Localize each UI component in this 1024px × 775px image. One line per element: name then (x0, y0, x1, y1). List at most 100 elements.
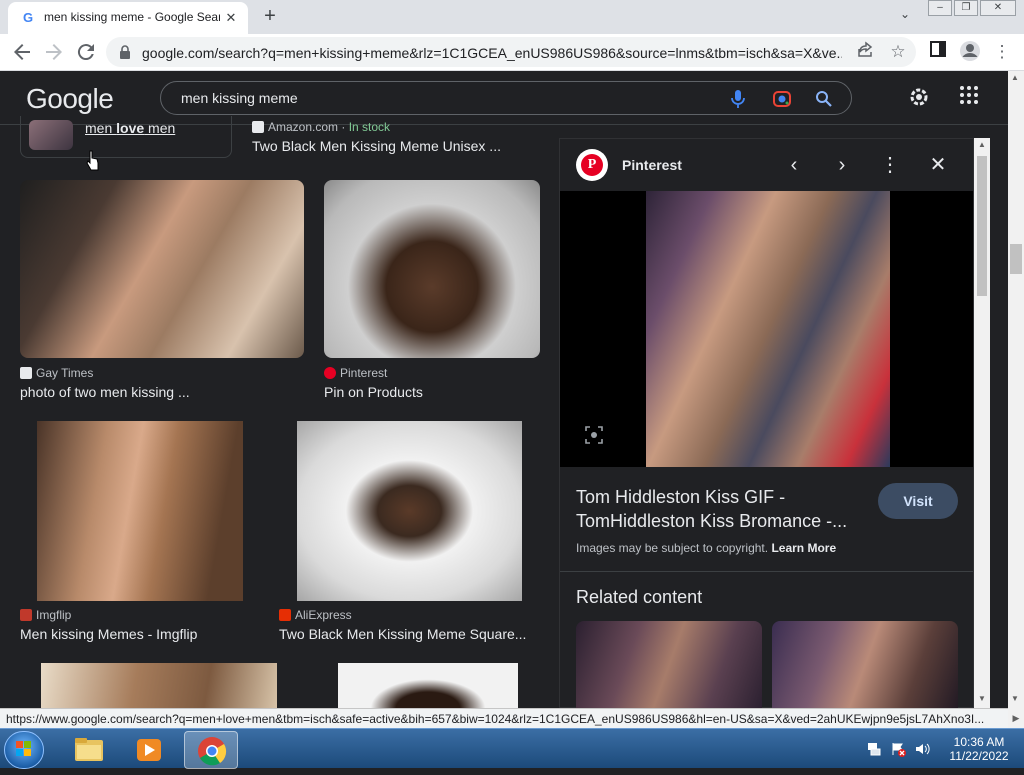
result-thumbnail-partial[interactable] (338, 663, 518, 708)
tab-search-chevron-icon[interactable]: ⌄ (896, 7, 914, 25)
imgflip-favicon-icon (20, 609, 32, 621)
minimize-window-button[interactable]: – (928, 0, 952, 16)
aliexpress-favicon-icon (279, 609, 291, 621)
related-search-chip[interactable]: men love men (20, 116, 232, 158)
google-lens-icon[interactable] (771, 88, 793, 110)
panel-scroll-up-icon[interactable]: ▲ (978, 140, 986, 149)
preview-image-area[interactable] (560, 191, 973, 467)
tab-strip: G men kissing meme - Google Search ✕ + ⌄… (0, 0, 1024, 34)
search-icon[interactable] (813, 88, 835, 110)
result-source: Amazon.com · In stock (252, 120, 390, 134)
status-url-bar: https://www.google.com/search?q=men+love… (0, 708, 1008, 728)
reload-icon[interactable] (74, 40, 98, 64)
volume-icon[interactable] (914, 741, 930, 757)
result-caption[interactable]: photo of two men kissing ... (20, 384, 304, 400)
related-search-link[interactable]: men love men (85, 120, 175, 136)
image-result[interactable]: Imgflip Men kissing Memes - Imgflip (20, 421, 260, 643)
preview-title[interactable]: Tom Hiddleston Kiss GIF - TomHiddleston … (576, 485, 866, 533)
related-thumbnail[interactable] (576, 621, 762, 709)
search-box[interactable]: men kissing meme (160, 81, 852, 115)
result-source: Gay Times (20, 366, 93, 380)
result-title[interactable]: Two Black Men Kissing Meme Unisex ... (252, 138, 501, 154)
apps-grid-icon[interactable] (956, 85, 982, 111)
scroll-up-arrow-icon[interactable]: ▲ (1011, 73, 1019, 82)
pinterest-favicon-icon (324, 367, 336, 379)
panel-close-icon[interactable]: ✕ (926, 153, 950, 177)
top-right-result[interactable]: Amazon.com · In stock Two Black Men Kiss… (252, 118, 542, 158)
scroll-down-arrow-icon[interactable]: ▼ (1011, 694, 1019, 703)
image-result[interactable]: Gay Times photo of two men kissing ... (20, 180, 304, 402)
address-bar[interactable]: google.com/search?q=men+kissing+meme&rlz… (106, 37, 916, 67)
clock-date: 11/22/2022 (949, 749, 1009, 763)
related-content-heading: Related content (576, 587, 703, 607)
result-caption[interactable]: Pin on Products (324, 384, 540, 400)
visit-button[interactable]: Visit (878, 483, 958, 519)
result-caption[interactable]: Two Black Men Kissing Meme Square... (279, 626, 531, 642)
microphone-icon[interactable] (727, 88, 749, 110)
browser-toolbar: google.com/search?q=men+kissing+meme&rlz… (0, 34, 1024, 71)
result-source: Pinterest (324, 366, 387, 380)
panel-header: P Pinterest ‹ › ⋮ ✕ (560, 139, 973, 191)
image-result[interactable]: Pinterest Pin on Products (324, 180, 540, 402)
file-explorer-icon[interactable] (62, 731, 116, 769)
pinterest-logo-icon[interactable]: P (576, 149, 608, 181)
previous-chevron-icon[interactable]: ‹ (782, 153, 806, 177)
amazon-favicon-icon (252, 121, 264, 133)
profile-icon[interactable] (958, 40, 982, 64)
google-logo[interactable]: Google (26, 83, 114, 115)
lock-icon[interactable] (118, 44, 132, 60)
url-text[interactable]: google.com/search?q=men+kissing+meme&rlz… (142, 45, 842, 61)
scrollbar-thumb[interactable] (1010, 244, 1022, 274)
forward-arrow-icon[interactable] (42, 40, 66, 64)
gaytimes-favicon-icon (20, 367, 32, 379)
result-thumbnail[interactable] (20, 180, 304, 358)
system-clock[interactable]: 10:36 AM 11/22/2022 (940, 735, 1018, 763)
media-player-icon[interactable] (122, 731, 176, 769)
panel-scroll-down-icon[interactable]: ▼ (978, 694, 986, 703)
star-icon[interactable]: ☆ (886, 40, 910, 64)
result-caption[interactable]: Men kissing Memes - Imgflip (20, 626, 260, 642)
related-thumbnail[interactable] (772, 621, 958, 709)
result-source: Imgflip (20, 608, 71, 622)
back-arrow-icon[interactable] (10, 40, 34, 64)
lens-search-icon[interactable] (584, 425, 604, 445)
preview-image[interactable] (646, 191, 890, 467)
restore-window-button[interactable]: ❐ (954, 0, 978, 16)
panel-site-name[interactable]: Pinterest (622, 157, 682, 173)
result-thumbnail[interactable] (37, 421, 243, 601)
sidepanel-icon[interactable] (926, 40, 950, 64)
learn-more-link[interactable]: Learn More (771, 541, 836, 555)
image-preview-panel: P Pinterest ‹ › ⋮ ✕ Tom Hiddleston Kiss … (559, 138, 974, 709)
close-tab-icon[interactable]: ✕ (222, 9, 240, 27)
result-thumbnail[interactable] (324, 180, 540, 358)
google-favicon-icon: G (22, 10, 34, 25)
next-chevron-icon[interactable]: › (830, 153, 854, 177)
chip-thumbnail (29, 120, 73, 150)
share-icon[interactable] (854, 40, 878, 64)
page-scrollbar[interactable]: ▲ ▼ (1008, 71, 1024, 708)
mouse-cursor-icon (86, 150, 100, 172)
panel-scrollbar[interactable]: ▲ ▼ (974, 138, 990, 708)
panel-scrollbar-thumb[interactable] (977, 156, 987, 296)
result-source: AliExpress (279, 608, 352, 622)
panel-more-icon[interactable]: ⋮ (878, 153, 902, 177)
panel-divider (560, 571, 973, 572)
hscroll-right-arrow-icon[interactable]: ▶ (1008, 708, 1024, 728)
image-result[interactable]: AliExpress Two Black Men Kissing Meme Sq… (279, 421, 535, 643)
windows-taskbar: 10:36 AM 11/22/2022 (0, 728, 1024, 769)
new-tab-icon[interactable]: + (258, 5, 282, 29)
settings-gear-icon[interactable] (906, 85, 932, 111)
result-thumbnail[interactable] (297, 421, 522, 601)
result-thumbnail-partial[interactable] (41, 663, 277, 708)
clock-time: 10:36 AM (953, 735, 1005, 749)
action-center-flag-icon[interactable] (890, 741, 906, 757)
search-input[interactable]: men kissing meme (181, 90, 298, 106)
chrome-taskbar-icon[interactable] (184, 731, 238, 769)
browser-tab[interactable]: G men kissing meme - Google Search ✕ (8, 2, 248, 34)
network-tray-icon[interactable] (866, 741, 882, 757)
kebab-menu-icon[interactable]: ⋮ (990, 40, 1014, 64)
close-window-button[interactable]: ✕ (980, 0, 1016, 16)
windows-start-button[interactable] (4, 731, 44, 769)
tab-title: men kissing meme - Google Search (44, 10, 220, 24)
copyright-notice: Images may be subject to copyright. Lear… (576, 541, 837, 555)
